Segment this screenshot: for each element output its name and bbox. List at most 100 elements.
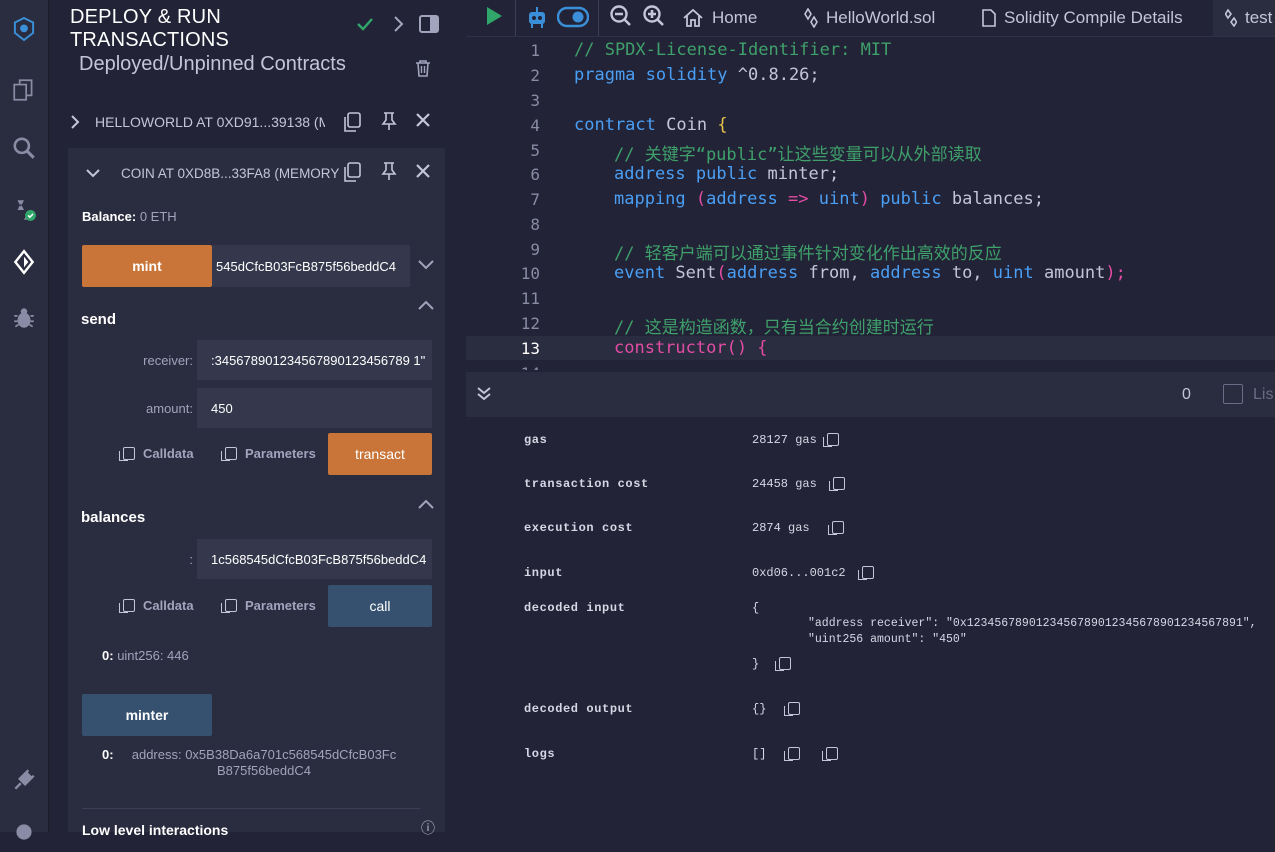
tab-test[interactable]: test xyxy=(1213,0,1275,36)
tab-label: test xyxy=(1245,8,1273,27)
line-number: 6 xyxy=(530,165,540,184)
terminal-toolbar: 0 Lis xyxy=(466,372,1275,417)
tab-helloworld[interactable]: HelloWorld.sol xyxy=(804,0,935,36)
transact-button[interactable]: transact xyxy=(328,433,432,475)
copy-icon[interactable] xyxy=(342,111,362,138)
tab-test-content: test xyxy=(1225,0,1272,36)
listen-label: Lis xyxy=(1253,386,1274,403)
line-number: 14 xyxy=(466,364,540,370)
parameters-label: Parameters xyxy=(245,446,316,461)
ai-toggle[interactable] xyxy=(556,6,590,33)
tx-value: 2874 gas xyxy=(752,521,844,536)
search-icon[interactable] xyxy=(0,128,48,168)
tx-key: decoded output xyxy=(524,702,634,716)
file-explorer-icon[interactable] xyxy=(0,70,48,110)
info-icon[interactable]: ⓘ xyxy=(421,818,435,838)
mint-input[interactable]: 545dCfcB03FcB875f56beddC4 xyxy=(212,245,410,287)
code-line: // 这是构造函数，只有当合约创建时运行 xyxy=(614,313,934,338)
remix-logo-icon[interactable] xyxy=(0,6,48,52)
run-script-icon[interactable] xyxy=(484,5,504,32)
minter-result-value: address: 0x5B38Da6a701c568545dCfcB03Fc B… xyxy=(119,747,409,779)
tx-value: 24458 gas xyxy=(752,477,845,492)
pending-tx-count: 0 xyxy=(1182,386,1191,403)
copy-icon[interactable] xyxy=(342,161,362,188)
send-parameters-button[interactable]: Parameters xyxy=(221,446,316,461)
balances-result: 0: uint256: 446 xyxy=(102,648,189,663)
chevrons-down-icon[interactable] xyxy=(476,386,492,407)
balances-arg-label: : xyxy=(189,552,193,567)
tab-home[interactable]: Home xyxy=(682,0,757,36)
divider xyxy=(598,0,599,36)
amount-label: amount: xyxy=(146,401,193,416)
zoom-in-icon[interactable] xyxy=(642,4,666,33)
chevron-right-icon[interactable] xyxy=(392,15,406,38)
comment: // SPDX-License-Identifier: MIT xyxy=(574,40,892,60)
copy-icon[interactable] xyxy=(822,747,839,762)
minter-button[interactable]: minter xyxy=(82,694,212,736)
pin-icon[interactable] xyxy=(380,111,398,136)
result-index: 0: xyxy=(102,648,114,663)
line-number: 5 xyxy=(530,141,540,160)
receiver-input[interactable]: :345678901234567890123456789 1" xyxy=(197,340,432,380)
code-text: balances; xyxy=(941,189,1044,209)
deploy-run-panel: DEPLOY & RUN TRANSACTIONS Deployed/Unpin… xyxy=(49,0,465,838)
close-icon[interactable] xyxy=(415,112,431,133)
plugin-manager-icon[interactable] xyxy=(0,760,48,800)
send-calldata-button[interactable]: Calldata xyxy=(119,446,194,461)
ai-assistant-icon[interactable] xyxy=(526,5,548,34)
chevron-up-icon[interactable] xyxy=(417,497,435,515)
line-number: 2 xyxy=(530,66,540,85)
keyword: address xyxy=(726,263,799,283)
listen-checkbox[interactable] xyxy=(1223,384,1243,404)
settings-icon[interactable] xyxy=(0,812,48,852)
code-editor[interactable]: 1 2 3 4 5 6 7 8 9 10 11 12 13 14 // SPDX… xyxy=(466,37,1275,370)
brace: { xyxy=(717,115,728,135)
deploy-run-icon[interactable] xyxy=(0,242,48,282)
code-text: Coin xyxy=(655,115,718,135)
copy-icon[interactable] xyxy=(784,702,801,717)
copy-icon[interactable] xyxy=(857,566,874,581)
zoom-out-icon[interactable] xyxy=(609,4,633,33)
chevron-right-icon[interactable] xyxy=(69,114,95,130)
solidity-compiler-icon[interactable] xyxy=(0,190,48,230)
value-text: 0xd06...001c2 xyxy=(752,566,846,580)
amount-input[interactable]: 450 xyxy=(197,388,432,428)
decoded-input-line: "uint256 amount": "450" xyxy=(808,633,967,646)
balances-calldata-button[interactable]: Calldata xyxy=(119,598,194,613)
balances-parameters-button[interactable]: Parameters xyxy=(221,598,316,613)
copy-icon[interactable] xyxy=(784,747,801,762)
mint-button[interactable]: mint xyxy=(82,245,212,287)
tx-key: logs xyxy=(524,747,556,761)
chevron-down-icon[interactable] xyxy=(69,167,121,179)
copy-icon[interactable] xyxy=(822,433,839,448)
parameters-label: Parameters xyxy=(245,598,316,613)
tab-compile-details[interactable]: Solidity Compile Details xyxy=(982,0,1183,36)
chevron-down-icon[interactable] xyxy=(417,258,435,276)
keyword: address public xyxy=(614,164,758,184)
trash-icon[interactable] xyxy=(415,59,431,82)
copy-icon[interactable] xyxy=(827,521,844,536)
solidity-file-icon xyxy=(804,8,818,28)
tx-value: 28127 gas xyxy=(752,433,839,448)
balances-input[interactable]: 1c568545dCfcB03FcB875f56beddC4 xyxy=(197,539,432,579)
file-icon xyxy=(982,9,996,27)
editor-toolbar: Home HelloWorld.sol Solidity Compile Det… xyxy=(466,0,1275,37)
tx-key: transaction cost xyxy=(524,477,649,491)
call-button[interactable]: call xyxy=(328,585,432,627)
code-line: contract Coin { xyxy=(574,115,728,135)
panel-layout-icon[interactable] xyxy=(419,15,439,38)
debugger-icon[interactable] xyxy=(0,298,48,338)
chevron-up-icon[interactable] xyxy=(417,298,435,316)
keyword: pragma solidity xyxy=(574,65,728,85)
icon-panel xyxy=(0,0,49,840)
copy-icon[interactable] xyxy=(775,657,792,672)
paren: ( xyxy=(685,189,707,209)
receiver-label: receiver: xyxy=(143,353,193,368)
pin-icon[interactable] xyxy=(380,161,398,186)
line-number: 3 xyxy=(530,91,540,110)
close-icon[interactable] xyxy=(415,163,431,184)
code-text: ^0.8.26; xyxy=(727,65,820,85)
keyword: uint xyxy=(808,189,860,209)
copy-icon[interactable] xyxy=(828,477,845,492)
code-line: event Sent(address from, address to, uin… xyxy=(614,263,1126,283)
